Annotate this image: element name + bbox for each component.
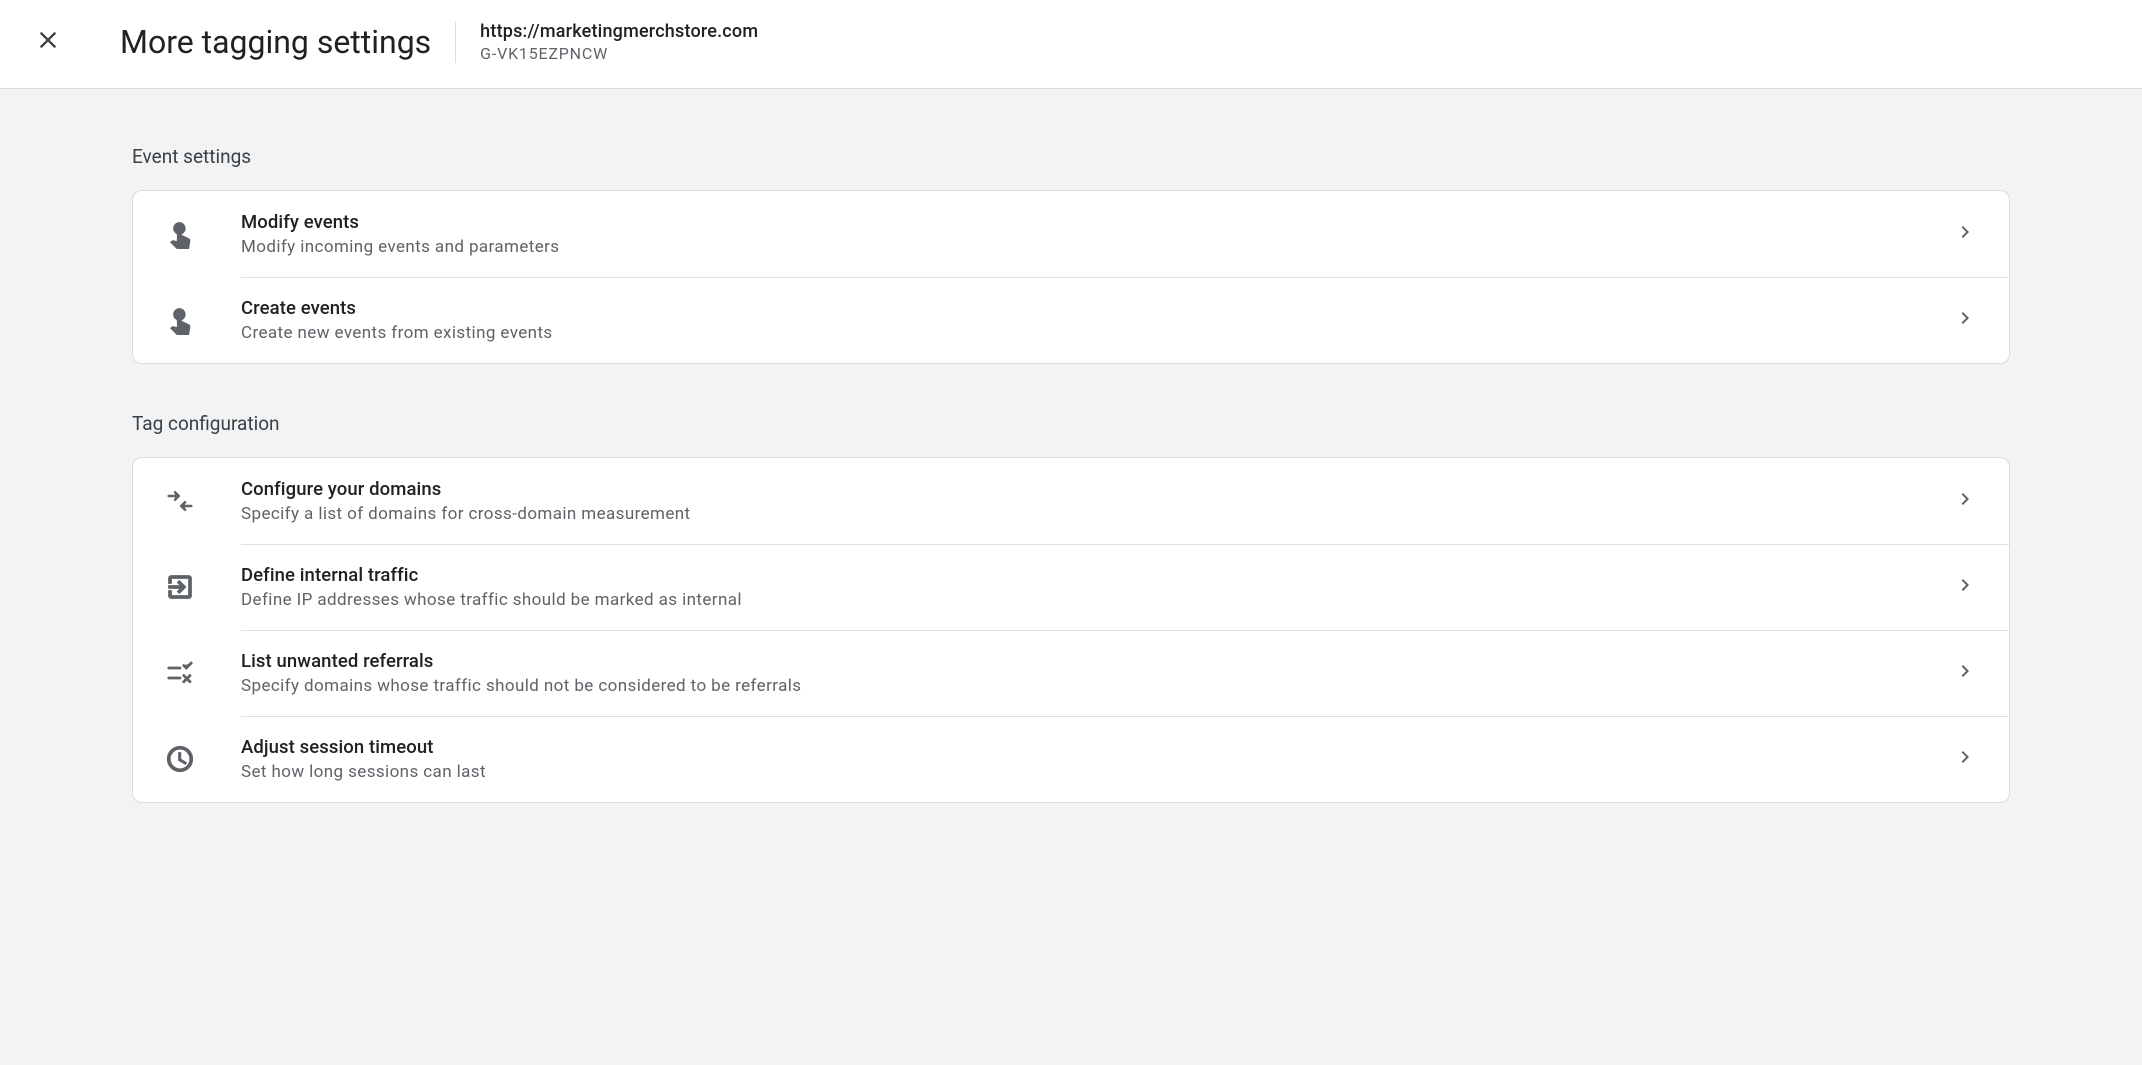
- row-text: Define internal traffic Define IP addres…: [241, 564, 1953, 610]
- row-title: Create events: [241, 297, 1953, 319]
- row-title: Define internal traffic: [241, 564, 1953, 586]
- page-header: More tagging settings https://marketingm…: [0, 0, 2142, 89]
- internal-traffic-row[interactable]: Define internal traffic Define IP addres…: [133, 544, 2009, 630]
- row-desc: Create new events from existing events: [241, 323, 1953, 343]
- modify-events-row[interactable]: Modify events Modify incoming events and…: [133, 191, 2009, 277]
- row-title: Adjust session timeout: [241, 736, 1953, 758]
- event-settings-heading: Event settings: [132, 145, 2010, 168]
- chevron-right-icon: [1953, 573, 1981, 601]
- checklist-icon: [165, 658, 241, 688]
- tag-config-heading: Tag configuration: [132, 412, 2010, 435]
- session-timeout-row[interactable]: Adjust session timeout Set how long sess…: [133, 716, 2009, 802]
- configure-domains-row[interactable]: Configure your domains Specify a list of…: [133, 458, 2009, 544]
- row-desc: Define IP addresses whose traffic should…: [241, 590, 1953, 610]
- unwanted-referrals-row[interactable]: List unwanted referrals Specify domains …: [133, 630, 2009, 716]
- close-icon: [34, 26, 62, 58]
- row-desc: Modify incoming events and parameters: [241, 237, 1953, 257]
- row-title: List unwanted referrals: [241, 650, 1953, 672]
- close-button[interactable]: [24, 18, 72, 66]
- create-events-row[interactable]: Create events Create new events from exi…: [133, 277, 2009, 363]
- touch-icon: [165, 305, 241, 335]
- row-title: Modify events: [241, 211, 1953, 233]
- header-divider: [455, 21, 456, 63]
- row-desc: Specify a list of domains for cross-doma…: [241, 504, 1953, 524]
- chevron-right-icon: [1953, 306, 1981, 334]
- content-area: Event settings Modify events Modify inco…: [0, 89, 2142, 1065]
- row-title: Configure your domains: [241, 478, 1953, 500]
- row-desc: Specify domains whose traffic should not…: [241, 676, 1953, 696]
- stream-url: https://marketingmerchstore.com: [480, 21, 758, 42]
- chevron-right-icon: [1953, 745, 1981, 773]
- row-text: Modify events Modify incoming events and…: [241, 211, 1953, 257]
- stream-info: https://marketingmerchstore.com G-VK15EZ…: [480, 21, 758, 63]
- page-title: More tagging settings: [120, 23, 431, 61]
- row-desc: Set how long sessions can last: [241, 762, 1953, 782]
- chevron-right-icon: [1953, 220, 1981, 248]
- row-text: List unwanted referrals Specify domains …: [241, 650, 1953, 696]
- merge-arrows-icon: [165, 486, 241, 516]
- tag-config-card: Configure your domains Specify a list of…: [132, 457, 2010, 803]
- chevron-right-icon: [1953, 659, 1981, 687]
- event-settings-card: Modify events Modify incoming events and…: [132, 190, 2010, 364]
- touch-icon: [165, 219, 241, 249]
- chevron-right-icon: [1953, 487, 1981, 515]
- row-text: Create events Create new events from exi…: [241, 297, 1953, 343]
- stream-tag-id: G-VK15EZPNCW: [480, 44, 758, 63]
- row-text: Configure your domains Specify a list of…: [241, 478, 1953, 524]
- row-text: Adjust session timeout Set how long sess…: [241, 736, 1953, 782]
- clock-icon: [165, 744, 241, 774]
- exit-to-app-icon: [165, 572, 241, 602]
